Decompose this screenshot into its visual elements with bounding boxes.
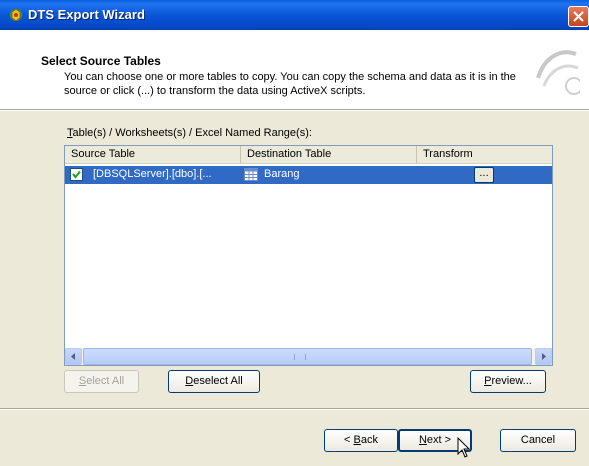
table-row[interactable]: [DBSQLServer].[dbo].[... Barang ... — [65, 166, 552, 184]
scroll-thumb[interactable] — [83, 348, 532, 365]
scroll-grip — [294, 354, 306, 360]
table-icon — [244, 168, 258, 181]
cancel-button[interactable]: Cancel — [500, 429, 576, 452]
wizard-body: Table(s) / Worksheets(s) / Excel Named R… — [0, 111, 589, 466]
source-table-name: [DBSQLServer].[dbo].[... — [93, 168, 212, 180]
deselect-all-accel: D — [185, 375, 194, 387]
tables-listview[interactable]: Source Table Destination Table Transform… — [64, 145, 553, 366]
dts-wizard-icon — [10, 8, 22, 22]
preview-label: review... — [491, 375, 532, 387]
next-accel: N — [418, 434, 427, 446]
select-all-button[interactable]: Select All — [64, 370, 139, 393]
next-label: ext > — [426, 434, 452, 446]
transform-button[interactable]: ... — [474, 167, 494, 183]
deselect-all-button[interactable]: Deselect All — [168, 370, 260, 393]
close-button[interactable] — [568, 6, 589, 27]
destination-table-name[interactable]: Barang — [264, 168, 299, 180]
list-caption-text: able(s) / Worksheets(s) / Excel Named Ra… — [72, 127, 312, 139]
back-label: ack — [360, 434, 378, 446]
select-all-label: elect All — [86, 375, 125, 387]
list-caption: Table(s) / Worksheets(s) / Excel Named R… — [67, 127, 312, 139]
row-checkbox[interactable] — [70, 168, 83, 181]
checkmark-icon — [72, 170, 81, 179]
chevron-right-icon — [542, 353, 546, 360]
preview-button[interactable]: Preview... — [470, 370, 546, 393]
column-header-source[interactable]: Source Table — [65, 146, 241, 163]
horizontal-scrollbar[interactable] — [65, 348, 552, 365]
page-description: You can choose one or more tables to cop… — [64, 70, 589, 98]
column-header-destination[interactable]: Destination Table — [241, 146, 417, 163]
column-header-transform[interactable]: Transform — [417, 146, 552, 163]
scroll-left-button[interactable] — [65, 348, 82, 365]
page-title: Select Source Tables — [41, 54, 161, 68]
description-line-2: source or click (...) to transform the d… — [64, 85, 366, 97]
scroll-right-button[interactable] — [535, 348, 552, 365]
listview-header: Source Table Destination Table Transform — [65, 146, 552, 164]
wizard-header: Select Source Tables You can choose one … — [0, 30, 589, 110]
window-title: DTS Export Wizard — [28, 7, 145, 22]
chevron-left-icon — [71, 353, 75, 360]
title-bar: DTS Export Wizard — [0, 0, 589, 30]
mouse-pointer-icon — [457, 437, 471, 458]
back-accel: B — [353, 434, 361, 446]
wizard-graphic-icon — [536, 50, 580, 95]
deselect-all-label: eselect All — [193, 375, 243, 387]
footer-separator — [0, 408, 589, 410]
back-button[interactable]: < Back — [324, 429, 398, 452]
description-line-1: You can choose one or more tables to cop… — [64, 71, 516, 83]
back-prefix: < — [344, 434, 354, 446]
close-icon — [573, 11, 584, 22]
